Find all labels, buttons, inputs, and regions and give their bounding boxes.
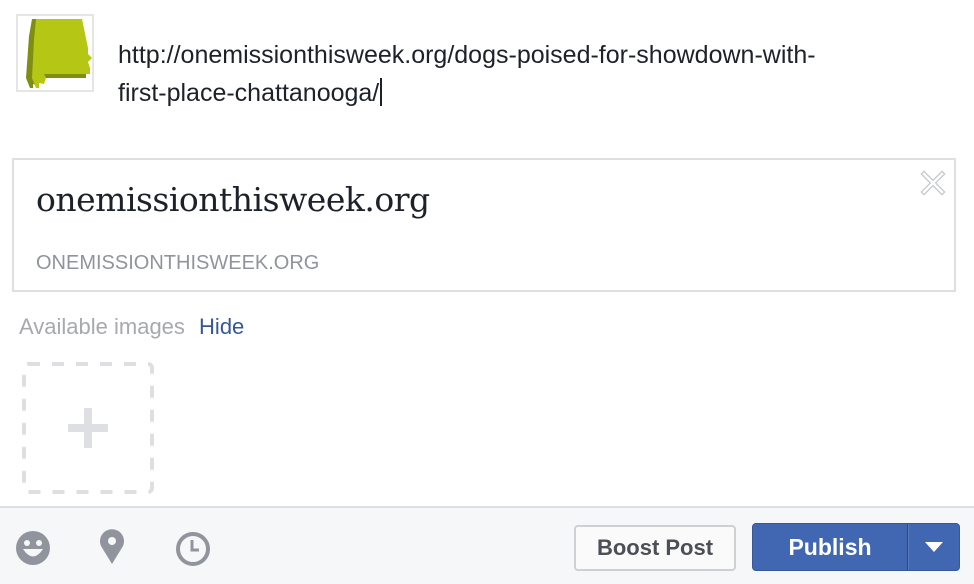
available-images-label: Available images	[19, 314, 185, 339]
publish-button-group: Publish	[752, 523, 960, 571]
close-icon[interactable]	[920, 170, 946, 196]
caret-down-icon	[925, 542, 943, 552]
text-caret	[380, 78, 383, 106]
hide-images-link[interactable]: Hide	[199, 314, 244, 339]
avatar[interactable]	[16, 14, 94, 92]
composer-text-line2: first-place-chattanooga/	[118, 79, 380, 107]
emoji-icon[interactable]	[13, 528, 53, 568]
composer-input[interactable]: http://onemissionthisweek.org/dogs-poise…	[118, 36, 918, 112]
boost-post-button[interactable]: Boost Post	[574, 525, 736, 571]
link-preview[interactable]: onemissionthisweek.org ONEMISSIONTHISWEE…	[12, 158, 956, 292]
available-images-row: Available images Hide	[19, 314, 244, 340]
composer-footer: Boost Post Publish	[0, 506, 974, 584]
alabama-state-shape-icon	[26, 19, 92, 88]
add-image-button[interactable]	[22, 362, 154, 494]
plus-icon	[68, 408, 108, 448]
location-pin-icon[interactable]	[92, 528, 132, 568]
preview-domain: ONEMISSIONTHISWEEK.ORG	[36, 252, 320, 274]
publish-options-dropdown[interactable]	[908, 524, 959, 570]
publish-button[interactable]: Publish	[753, 524, 908, 570]
clock-icon[interactable]	[173, 528, 213, 568]
preview-title: onemissionthisweek.org	[36, 180, 430, 219]
composer-text-line1: http://onemissionthisweek.org/dogs-poise…	[118, 41, 816, 69]
